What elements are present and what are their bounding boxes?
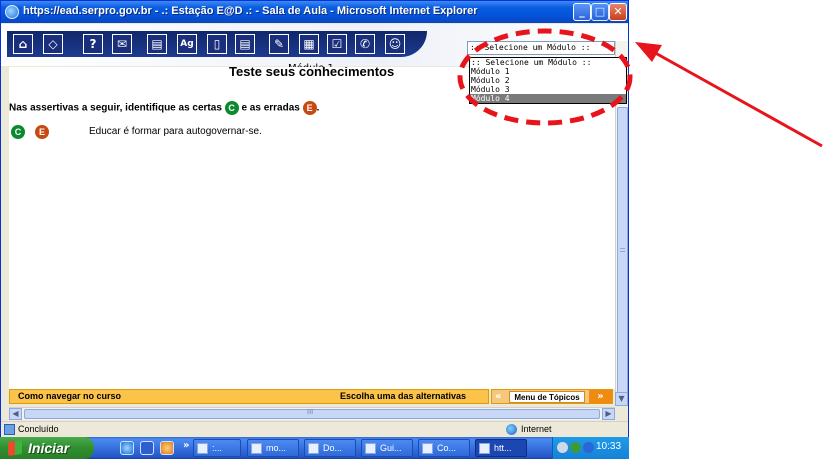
pointer-arrow-line	[649, 48, 823, 148]
assertion-text: Educar é formar para autogovernar-se.	[89, 126, 262, 137]
taskbar-item[interactable]: Gui...	[361, 439, 413, 457]
page-title: Teste seus conhecimentos	[229, 67, 395, 77]
clock: 10:33	[596, 441, 622, 452]
pointer-arrow-head	[635, 42, 662, 62]
document-icon[interactable]: ▯	[207, 34, 227, 54]
start-button[interactable]: Iniciar	[0, 437, 94, 459]
people-icon[interactable]: ☺	[385, 34, 405, 54]
word-doc-icon	[422, 443, 433, 454]
mark-correct-button[interactable]: C	[11, 125, 25, 139]
instruction-prefix: Nas assertivas a seguir, identifique as …	[9, 102, 222, 114]
notes-icon[interactable]: ▤	[147, 34, 167, 54]
word-doc-icon	[251, 443, 262, 454]
how-to-navigate-link[interactable]: Como navegar no curso	[18, 391, 121, 401]
taskbar-item-active[interactable]: htt...	[475, 439, 527, 457]
status-text: Concluído	[18, 424, 59, 434]
bookmark-icon[interactable]: ◇	[43, 34, 63, 54]
start-label: Iniciar	[28, 440, 70, 456]
maximize-button[interactable]: □	[591, 3, 609, 21]
page-icon	[4, 424, 15, 435]
instruction-middle: e as erradas	[241, 102, 300, 114]
ie-icon	[479, 443, 490, 454]
checklist-icon[interactable]: ☑	[327, 34, 347, 54]
scroll-grip-label: III	[307, 408, 314, 416]
horizontal-scroll-thumb[interactable]: III	[24, 408, 600, 419]
calendar-icon[interactable]: ▦	[299, 34, 319, 54]
previous-button[interactable]: «	[495, 390, 505, 403]
word-quicklaunch-icon[interactable]	[140, 441, 154, 455]
topics-menu-button[interactable]: Menu de Tópicos	[509, 391, 585, 403]
taskbar-item[interactable]: :...	[193, 439, 241, 457]
wrong-badge-icon: E	[302, 101, 317, 115]
volume-icon[interactable]	[583, 442, 594, 453]
taskbar-item-label: mo...	[266, 443, 287, 453]
vertical-scroll-thumb[interactable]	[617, 107, 628, 397]
word-doc-icon	[308, 443, 319, 454]
module-option-placeholder[interactable]: :: Selecione um Módulo ::	[470, 58, 626, 67]
windows-logo-icon	[8, 440, 22, 456]
module-dropdown-list: :: Selecione um Módulo :: Módulo 1 Módul…	[469, 57, 627, 104]
ie-icon	[5, 5, 19, 19]
module-select[interactable]: :: Selecione um Módulo :: ▼	[467, 41, 627, 55]
taskbar-item-label: Co...	[437, 443, 457, 453]
taskbar-item[interactable]: Do...	[304, 439, 356, 457]
screenshot-stage: https://ead.serpro.gov.br - .: Estação E…	[0, 0, 825, 459]
quicklaunch-more-icon[interactable]: »	[183, 440, 189, 451]
media-quicklaunch-icon[interactable]	[160, 441, 174, 455]
module-option-4[interactable]: Módulo 4	[470, 94, 626, 103]
module-option-1[interactable]: Módulo 1	[470, 67, 626, 76]
scroll-right-button[interactable]: ▶	[602, 408, 615, 420]
title-bar[interactable]: https://ead.serpro.gov.br - .: Estação E…	[1, 1, 628, 23]
correct-badge-icon: C	[224, 101, 239, 115]
browser-window: https://ead.serpro.gov.br - .: Estação E…	[0, 0, 629, 449]
taskbar-item-label: :...	[212, 443, 223, 453]
edit-icon[interactable]: ✎	[269, 34, 289, 54]
course-footer-bar: Como navegar no curso Escolha uma das al…	[9, 389, 489, 404]
mark-wrong-button[interactable]: E	[35, 125, 49, 139]
taskbar-item-label: Do...	[323, 443, 343, 453]
word-doc-icon	[365, 443, 376, 454]
help-icon[interactable]: ?	[83, 34, 103, 54]
ie-quicklaunch-icon[interactable]	[120, 441, 134, 455]
mail-icon[interactable]: ✉	[112, 34, 132, 54]
taskbar: Iniciar » :... mo... Do... Gui... Co... …	[0, 437, 629, 459]
window-icon	[197, 443, 208, 454]
lesson-content: Teste seus conhecimentos Nas assertivas …	[9, 67, 615, 389]
scroll-down-button[interactable]: ▼	[615, 392, 628, 406]
taskbar-item-label: Gui...	[380, 443, 402, 453]
scroll-grip-icon	[620, 248, 625, 252]
globe-icon	[506, 424, 517, 435]
system-tray: 10:33	[552, 437, 629, 459]
media-icon[interactable]: ▤	[235, 34, 255, 54]
next-button[interactable]: »	[589, 390, 612, 403]
taskbar-item-label: htt...	[494, 443, 512, 453]
close-button[interactable]: ✕	[609, 3, 627, 21]
network-icon[interactable]	[557, 442, 568, 453]
home-icon[interactable]: ⌂	[13, 34, 33, 54]
window-title: https://ead.serpro.gov.br - .: Estação E…	[23, 5, 478, 17]
horizontal-scrollbar[interactable]: ◀ III ▶	[9, 407, 615, 420]
tools-icon[interactable]: ✆	[355, 34, 375, 54]
taskbar-item[interactable]: mo...	[247, 439, 299, 457]
module-option-3[interactable]: Módulo 3	[470, 85, 626, 94]
instruction-text: Nas assertivas a seguir, identifique as …	[9, 101, 319, 115]
instruction-suffix: .	[316, 102, 320, 114]
security-zone: Internet	[521, 424, 552, 434]
module-select-value: :: Selecione um Módulo ::	[470, 43, 591, 52]
status-bar: Concluído Internet	[1, 421, 628, 437]
scroll-left-button[interactable]: ◀	[9, 408, 22, 420]
topic-navigation: « Menu de Tópicos »	[491, 389, 613, 404]
glossary-icon[interactable]: Ag	[177, 34, 197, 54]
taskbar-item[interactable]: Co...	[418, 439, 470, 457]
hint-text: Escolha uma das alternativas	[340, 391, 467, 401]
minimize-button[interactable]: _	[573, 3, 591, 21]
module-option-2[interactable]: Módulo 2	[470, 76, 626, 85]
security-icon[interactable]	[570, 442, 581, 453]
